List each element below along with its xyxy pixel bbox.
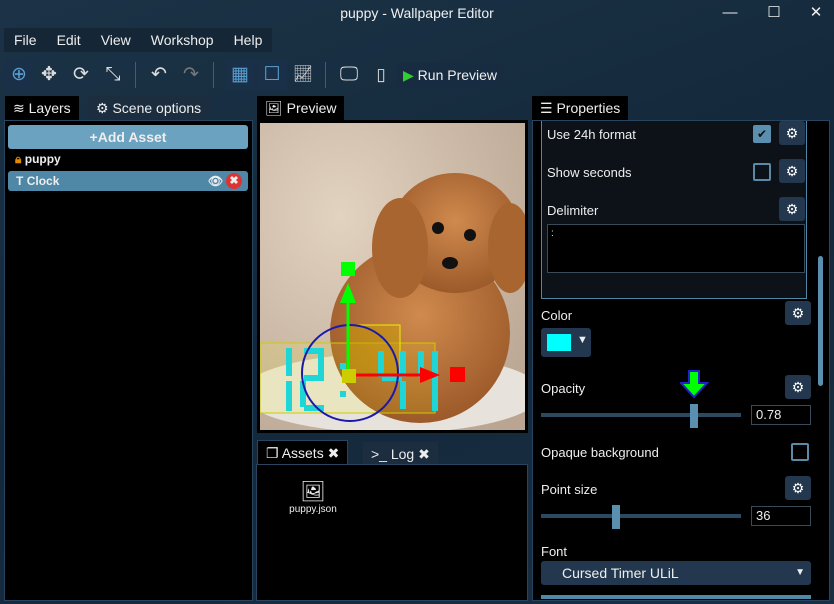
delimiter-label: Delimiter bbox=[547, 203, 599, 218]
gear-icon[interactable]: ⚙ bbox=[779, 159, 805, 183]
layer-name: Clock bbox=[26, 174, 60, 188]
arrow-down-icon bbox=[680, 370, 710, 399]
tab-scene-options[interactable]: ⚙ Scene options bbox=[88, 96, 210, 120]
grid-icon[interactable]: ▦ bbox=[225, 60, 255, 90]
close-tab-icon[interactable]: ✖ bbox=[418, 446, 430, 462]
properties-panel: Use 24h format ✔ ⚙ Show seconds ⚙ Delimi… bbox=[532, 120, 830, 601]
tab-label: Scene options bbox=[112, 100, 202, 116]
image-icon: 🖼︎ bbox=[265, 100, 283, 116]
gear-icon[interactable]: ⚙ bbox=[785, 375, 811, 399]
use24h-checkbox[interactable]: ✔ bbox=[753, 125, 771, 143]
gear-icon[interactable]: ⚙ bbox=[785, 476, 811, 500]
window-title: puppy - Wallpaper Editor bbox=[340, 5, 494, 21]
play-icon: ▶ bbox=[403, 67, 414, 83]
minimize-button[interactable]: — bbox=[710, 0, 750, 26]
gear-icon[interactable]: ⚙ bbox=[785, 301, 811, 325]
maximize-button[interactable]: ☐ bbox=[754, 0, 794, 26]
tab-assets[interactable]: ❐ Assets ✖ bbox=[257, 440, 349, 464]
move-tool-icon[interactable]: ✥ bbox=[34, 60, 64, 90]
use24h-label: Use 24h format bbox=[547, 127, 636, 142]
chevron-down-icon: ▼ bbox=[577, 334, 588, 346]
gear-icon: ⚙ bbox=[96, 100, 109, 116]
mobile-icon[interactable]: ▯ bbox=[366, 60, 396, 90]
opacity-slider-thumb[interactable] bbox=[690, 404, 698, 428]
layer-clock[interactable]: T Clock 👁︎ ✖ bbox=[8, 171, 248, 191]
y-axis-handle bbox=[341, 262, 355, 276]
tab-preview[interactable]: 🖼︎ Preview bbox=[257, 96, 345, 120]
redo-icon[interactable]: ↷ bbox=[176, 60, 206, 90]
plus-icon: + bbox=[89, 129, 98, 145]
tab-label: Layers bbox=[28, 100, 71, 116]
point-size-slider[interactable] bbox=[541, 514, 741, 518]
menu-view[interactable]: View bbox=[91, 28, 141, 52]
point-size-input[interactable]: 36 bbox=[751, 506, 811, 526]
opaque-background-checkbox[interactable] bbox=[791, 443, 809, 461]
point-size-label: Point size bbox=[541, 482, 598, 497]
close-tab-icon[interactable]: ✖ bbox=[328, 445, 340, 461]
font-select[interactable]: Cursed Timer ULiL ▼ bbox=[541, 561, 811, 585]
add-asset-label: Add Asset bbox=[97, 129, 167, 145]
tab-label: Properties bbox=[556, 100, 621, 116]
show-seconds-label: Show seconds bbox=[547, 165, 632, 180]
terminal-icon: >_ bbox=[371, 446, 387, 462]
tab-properties[interactable]: ☰ Properties bbox=[532, 96, 629, 120]
run-preview-label: Run Preview bbox=[417, 67, 498, 83]
font-label: Font bbox=[541, 544, 568, 559]
tab-label: Assets bbox=[281, 445, 324, 461]
layer-puppy[interactable]: 🔒︎ puppy bbox=[15, 152, 61, 167]
layers-panel: +Add Asset 🔒︎ puppy T Clock 👁︎ ✖ bbox=[4, 120, 253, 601]
delimiter-textarea[interactable]: : bbox=[547, 224, 805, 273]
point-size-slider-thumb[interactable] bbox=[612, 505, 620, 529]
opacity-slider[interactable] bbox=[541, 413, 741, 417]
preview-canvas[interactable] bbox=[260, 123, 525, 430]
lock-icon: 🔒︎ bbox=[15, 152, 22, 166]
color-label: Color bbox=[541, 308, 573, 323]
tab-label: Log bbox=[390, 446, 415, 462]
chevron-down-icon: ▼ bbox=[795, 567, 805, 578]
font-value: Cursed Timer ULiL bbox=[562, 565, 679, 581]
menu-file[interactable]: File bbox=[4, 28, 47, 52]
run-preview-button[interactable]: ▶ Run Preview bbox=[397, 63, 504, 87]
rotate-tool-icon[interactable]: ⟳ bbox=[66, 60, 96, 90]
opacity-input[interactable]: 0.78 bbox=[751, 405, 811, 425]
menu-bar: File Edit View Workshop Help bbox=[4, 28, 272, 52]
tab-log[interactable]: >_ Log ✖ bbox=[363, 442, 438, 466]
list-icon: ☰ bbox=[540, 100, 553, 116]
text-icon: T bbox=[16, 174, 24, 188]
opacity-label: Opacity bbox=[541, 381, 586, 396]
asset-name: puppy.json bbox=[289, 504, 337, 515]
menu-edit[interactable]: Edit bbox=[47, 28, 91, 52]
color-swatch bbox=[547, 334, 571, 351]
chart-icon[interactable]: 📈︎ bbox=[288, 60, 318, 90]
tab-layers[interactable]: ≋ Layers bbox=[5, 96, 79, 120]
x-axis-handle bbox=[450, 367, 465, 382]
assets-panel: 🖼︎ puppy.json bbox=[256, 464, 528, 601]
opaque-background-label: Opaque background bbox=[541, 445, 659, 460]
menu-help[interactable]: Help bbox=[224, 28, 273, 52]
image-icon: 🖼︎ bbox=[300, 481, 326, 503]
close-button[interactable]: ✕ bbox=[796, 0, 834, 26]
preview-panel bbox=[257, 120, 528, 433]
menu-workshop[interactable]: Workshop bbox=[141, 28, 224, 52]
scale-tool-icon[interactable]: ⤡ bbox=[98, 60, 128, 90]
bounds-icon[interactable]: ☐ bbox=[257, 60, 287, 90]
tab-label: Preview bbox=[286, 100, 337, 116]
undo-icon[interactable]: ↶ bbox=[144, 60, 174, 90]
delete-icon[interactable]: ✖ bbox=[226, 173, 242, 189]
show-seconds-checkbox[interactable] bbox=[753, 163, 771, 181]
gear-icon[interactable]: ⚙ bbox=[779, 197, 805, 221]
desktop-icon[interactable]: 🖵 bbox=[334, 60, 364, 90]
scrollbar[interactable] bbox=[818, 256, 823, 386]
layers-icon: ≋ bbox=[13, 100, 25, 116]
color-picker[interactable]: ▼ bbox=[541, 328, 591, 357]
asset-item[interactable]: 🖼︎ puppy.json bbox=[285, 479, 341, 515]
files-icon: ❐ bbox=[266, 445, 279, 461]
eye-icon[interactable]: 👁︎ bbox=[208, 171, 223, 191]
add-asset-button[interactable]: +Add Asset bbox=[8, 125, 248, 149]
select-tool-icon[interactable]: ⊕ bbox=[4, 60, 34, 90]
gear-icon[interactable]: ⚙ bbox=[779, 121, 805, 145]
layer-name: puppy bbox=[24, 152, 61, 166]
